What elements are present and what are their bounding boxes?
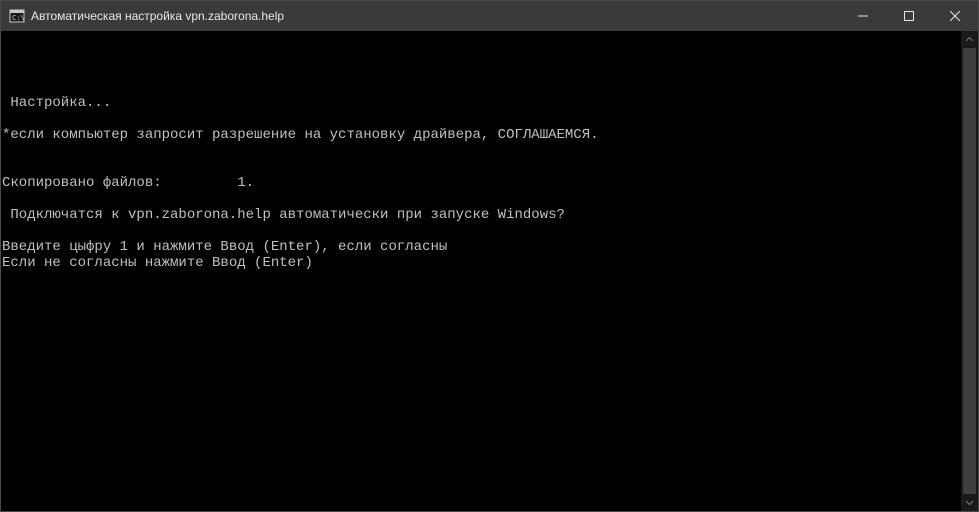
titlebar[interactable]: C:\ Автоматическая настройка vpn.zaboron… bbox=[1, 1, 978, 31]
console-line: Если не согласны нажмите Ввод (Enter) bbox=[2, 255, 961, 271]
cmd-icon: C:\ bbox=[9, 8, 25, 24]
console-line bbox=[2, 223, 961, 239]
console-line bbox=[2, 79, 961, 95]
scroll-down-button[interactable] bbox=[961, 494, 978, 511]
chevron-up-icon bbox=[965, 35, 974, 44]
minimize-icon bbox=[858, 11, 868, 21]
maximize-button[interactable] bbox=[886, 1, 932, 31]
console-line bbox=[2, 63, 961, 79]
close-button[interactable] bbox=[932, 1, 978, 31]
console-window: C:\ Автоматическая настройка vpn.zaboron… bbox=[0, 0, 979, 512]
console-line bbox=[2, 143, 961, 159]
console-line: Настройка... bbox=[2, 95, 961, 111]
maximize-icon bbox=[904, 11, 914, 21]
console-line bbox=[2, 159, 961, 175]
chevron-down-icon bbox=[965, 498, 974, 507]
console-line: Подключатся к vpn.zaborona.help автомати… bbox=[2, 207, 961, 223]
vertical-scrollbar[interactable] bbox=[961, 31, 978, 511]
console-line: Скопировано файлов: 1. bbox=[2, 175, 961, 191]
console-line bbox=[2, 111, 961, 127]
scroll-up-button[interactable] bbox=[961, 31, 978, 48]
console-line: *если компьютер запросит разрешение на у… bbox=[2, 127, 961, 143]
console-line bbox=[2, 191, 961, 207]
window-title: Автоматическая настройка vpn.zaborona.he… bbox=[31, 9, 284, 23]
scroll-thumb[interactable] bbox=[963, 48, 976, 494]
console-output[interactable]: Настройка... *если компьютер запросит раз… bbox=[1, 31, 961, 511]
client-area: Настройка... *если компьютер запросит раз… bbox=[1, 31, 978, 511]
scroll-track[interactable] bbox=[961, 48, 978, 494]
minimize-button[interactable] bbox=[840, 1, 886, 31]
console-line: Введите цыфру 1 и нажмите Ввод (Enter), … bbox=[2, 239, 961, 255]
svg-text:C:\: C:\ bbox=[12, 14, 25, 22]
close-icon bbox=[950, 11, 960, 21]
